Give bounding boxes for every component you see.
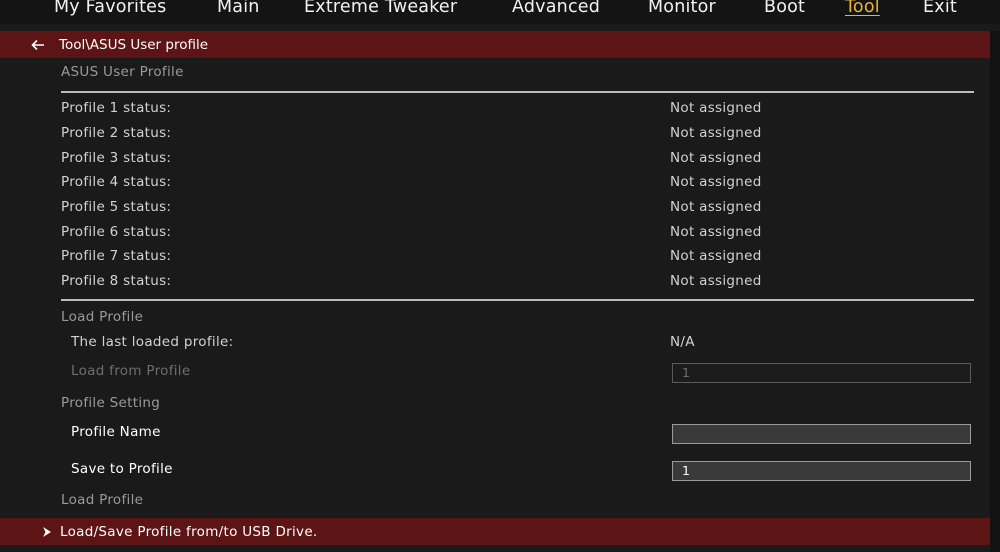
profile-status-value: Not assigned [670, 150, 762, 166]
usb-profile-menu-item[interactable]: Load/Save Profile from/to USB Drive. [0, 518, 990, 545]
profile-status-label: Profile 3 status: [61, 150, 172, 166]
profile-status-value: Not assigned [670, 248, 762, 264]
profile-status-row: Profile 5 status: Not assigned [0, 197, 990, 219]
profile-status-row: Profile 2 status: Not assigned [0, 123, 990, 145]
profile-status-value: Not assigned [670, 100, 762, 116]
breadcrumb-path: Tool\ASUS User profile [59, 36, 209, 53]
profile-status-value: Not assigned [670, 273, 762, 289]
profile-setting-heading: Profile Setting [61, 395, 161, 411]
profile-status-value: Not assigned [670, 125, 762, 141]
profile-status-row: Profile 8 status: Not assigned [0, 271, 990, 293]
divider [61, 91, 974, 93]
tab-my-favorites[interactable]: My Favorites [54, 0, 166, 17]
tab-monitor[interactable]: Monitor [648, 0, 716, 17]
tab-boot[interactable]: Boot [764, 0, 805, 17]
profile-status-value: Not assigned [670, 199, 762, 215]
tab-tool[interactable]: Tool [845, 0, 880, 17]
divider [61, 299, 974, 301]
load-from-profile-field: 1 [672, 363, 971, 383]
profile-status-label: Profile 6 status: [61, 224, 172, 240]
profile-status-label: Profile 1 status: [61, 100, 172, 116]
profile-status-value: Not assigned [670, 224, 762, 240]
save-to-profile-input[interactable]: 1 [672, 461, 971, 481]
scrollbar[interactable] [990, 31, 1000, 552]
top-navigation: My Favorites Main Extreme Tweaker Advanc… [0, 0, 1000, 24]
load-profile-link[interactable]: Load Profile [61, 492, 143, 508]
profile-status-value: Not assigned [670, 174, 762, 190]
profile-status-row: Profile 4 status: Not assigned [0, 172, 990, 194]
tab-main[interactable]: Main [217, 0, 260, 17]
profile-status-label: Profile 4 status: [61, 174, 172, 190]
last-loaded-value: N/A [670, 334, 695, 350]
tab-exit[interactable]: Exit [923, 0, 957, 17]
profile-name-input[interactable] [672, 424, 971, 444]
last-loaded-row: N/A [0, 332, 990, 354]
profile-status-label: Profile 7 status: [61, 248, 172, 264]
save-to-profile-label: Save to Profile [71, 461, 173, 477]
load-profile-heading: Load Profile [61, 309, 144, 325]
back-arrow-icon[interactable] [31, 38, 45, 52]
tab-advanced[interactable]: Advanced [512, 0, 600, 17]
tab-extreme-tweaker[interactable]: Extreme Tweaker [304, 0, 457, 17]
load-from-profile-label: Load from Profile [71, 363, 191, 379]
profile-status-row: Profile 3 status: Not assigned [0, 148, 990, 170]
profile-status-row: Profile 6 status: Not assigned [0, 222, 990, 244]
chevron-right-icon [43, 526, 51, 537]
usb-profile-label: Load/Save Profile from/to USB Drive. [60, 523, 318, 540]
profile-status-row: Profile 1 status: Not assigned [0, 98, 990, 120]
breadcrumb: Tool\ASUS User profile [0, 31, 990, 58]
profile-status-label: Profile 5 status: [61, 199, 172, 215]
profile-status-label: Profile 8 status: [61, 273, 172, 289]
profile-status-row: Profile 7 status: Not assigned [0, 246, 990, 268]
profile-name-label: Profile Name [71, 424, 161, 440]
section-title-user-profile: ASUS User Profile [61, 64, 184, 80]
profile-status-label: Profile 2 status: [61, 125, 172, 141]
